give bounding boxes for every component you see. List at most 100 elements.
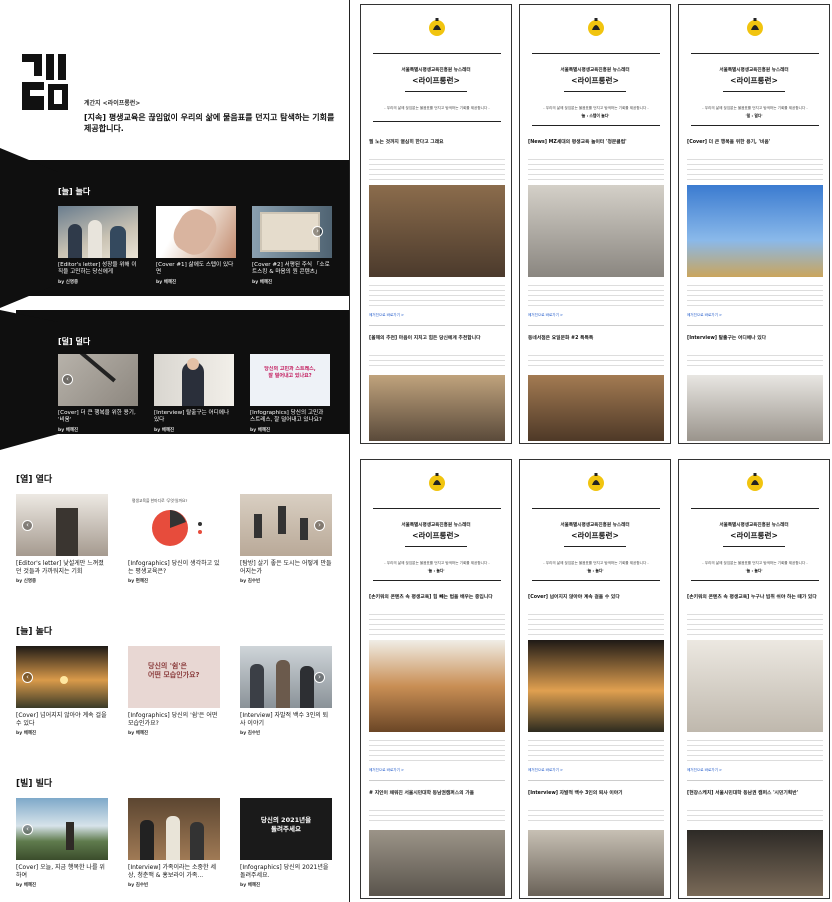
newsletter-publisher: 서울특별시평생교육진흥원 뉴스레터 xyxy=(719,68,789,73)
newsletter-panel: 서울특별시평생교육진흥원 뉴스레터 <라이프롱런> - 우리의 삶에 끊임없는 … xyxy=(678,459,830,899)
issue-label: '늘 : 놀다' xyxy=(586,568,604,573)
carousel-next-icon[interactable]: › xyxy=(312,226,323,237)
issue-label: '늘 : 놀다' xyxy=(427,568,445,573)
newsletter-panel: 서울특별시평생교육진흥원 뉴스레터 <라이프롱런> - 우리의 삶에 끊임없는 … xyxy=(360,4,512,444)
newsletter-name: <라이프롱런> xyxy=(571,76,619,85)
carousel-prev-icon[interactable]: ‹ xyxy=(22,672,33,683)
issue-label: '덜 : 덜다' xyxy=(745,113,763,118)
article-heading: [Cover] 넘어지지 않아야 계속 걸을 수 있다 xyxy=(528,595,620,600)
section-title: [늘] 놀다 xyxy=(16,627,53,637)
read-more-link[interactable]: 메거진으로 바로가기 > xyxy=(369,313,404,318)
magazine-tagline: [지속] 평생교육은 끊임없이 우리의 삶에 물음표를 던지고 탐색하는 기회를… xyxy=(84,113,335,133)
article-body xyxy=(369,614,505,636)
article-photo xyxy=(528,185,664,277)
article-heading: [News] MZ세대의 평생교육 놀이터 '청문클럽' xyxy=(528,140,627,145)
article-card[interactable]: [Editor's letter] 성장을 위해 이직을 고민하는 당신에게 b… xyxy=(58,206,138,285)
carousel-prev-icon[interactable]: ‹ xyxy=(22,824,33,835)
magazine-logo xyxy=(22,54,68,110)
article-body xyxy=(369,740,505,764)
article-photo xyxy=(369,185,505,277)
bell-logo-icon xyxy=(429,18,445,36)
section-title: [빌] 빌다 xyxy=(16,779,53,789)
bell-logo-icon xyxy=(588,18,604,36)
article-body xyxy=(528,740,664,764)
article-body xyxy=(687,614,823,636)
article-photo xyxy=(687,375,823,441)
article-photo xyxy=(687,640,823,732)
band-title: [덜] 덜다 xyxy=(58,337,91,346)
carousel-next-icon[interactable]: › xyxy=(314,520,325,531)
article-body xyxy=(687,740,823,764)
read-more-link[interactable]: 메거진으로 바로가기 > xyxy=(369,768,404,773)
band-delda: [덜] 덜다 [Cover] 더 큰 행복을 위한 용기, '비움' by 배혜… xyxy=(0,310,349,450)
article-card[interactable]: 평생교육을 한마디로 '무엇'일까요? [Infographics] 당신이 생… xyxy=(128,494,220,584)
article-photo xyxy=(687,830,823,896)
read-more-link[interactable]: 메거진으로 바로가기 > xyxy=(528,768,563,773)
bell-logo-icon xyxy=(747,473,763,491)
article-body xyxy=(528,159,664,181)
article-photo xyxy=(369,640,505,732)
issue-label: '늘 : 놀다' xyxy=(745,568,763,573)
issue-label: '늘 : 스텝이 늘다' xyxy=(580,113,610,118)
article-card[interactable]: [Interview] 탈출구는 어디에나 있다 by 배혜진 xyxy=(154,354,234,433)
newsletter-name: <라이프롱런> xyxy=(730,76,778,85)
article-body xyxy=(687,355,823,369)
article-body xyxy=(528,810,664,824)
article-photo xyxy=(528,830,664,896)
newsletter-panel: 서울특별시평생교육진흥원 뉴스레터 <라이프롱런> - 우리의 삶에 끊임없는 … xyxy=(519,459,671,899)
article-card[interactable]: 당신의 '쉼'은 어떤 모습인가요? [Infographics] 당신의 '쉼'… xyxy=(128,646,220,736)
article-body xyxy=(369,159,505,181)
newsletter-description: - 우리의 삶에 끊임없는 물음표를 던지고 탐색하는 기회를 제공합니다 - xyxy=(384,561,490,565)
article-card[interactable]: [Cover #2] 서평된 주식 「소로 트스킹 & 마음의 원 콘텐츠」 b… xyxy=(252,206,332,285)
article-card[interactable]: [Editor's letter] 낯설게만 느껴졌던 것들과 가까워지는 기회… xyxy=(16,494,108,584)
article-card[interactable]: [Cover #1] 삶에도 스텝이 있다면 by 배혜진 xyxy=(156,206,236,285)
newsletter-description: - 우리의 삶에 끊임없는 물음표를 던지고 탐색하는 기회를 제공합니다 - xyxy=(702,561,808,565)
bell-logo-icon xyxy=(588,473,604,491)
article-body xyxy=(369,355,505,369)
article-card[interactable]: [탐방] 살기 좋은 도시는 어떻게 만들어지는가 by 김수빈 › xyxy=(240,494,332,584)
newsletter-description: - 우리의 삶에 끊임없는 물음표를 던지고 탐색하는 기회를 제공합니다 - xyxy=(702,106,808,110)
read-more-link[interactable]: 메거진으로 바로가기 > xyxy=(528,313,563,318)
newsletter-publisher: 서울특별시평생교육진흥원 뉴스레터 xyxy=(401,523,471,528)
carousel-prev-icon[interactable]: ‹ xyxy=(62,374,73,385)
article-body xyxy=(369,810,505,824)
bell-logo-icon xyxy=(747,18,763,36)
newsletter-description: - 우리의 삶에 끊임없는 물음표를 던지고 탐색하는 기회를 제공합니다 - xyxy=(384,106,490,110)
article-photo xyxy=(528,375,664,441)
newsletter-panel: 서울특별시평생교육진흥원 뉴스레터 <라이프롱런> - 우리의 삶에 끊임없는 … xyxy=(360,459,512,899)
magazine-name: 계간지 <라이프롱런> xyxy=(84,100,141,107)
newsletter-name: <라이프롱런> xyxy=(412,76,460,85)
article-heading: [Interview] 자발적 백수 3인의 퇴사 이야기 xyxy=(528,791,623,796)
article-body xyxy=(528,614,664,636)
newsletter-publisher: 서울특별시평생교육진흥원 뉴스레터 xyxy=(560,523,630,528)
newsletter-panel: 서울특별시평생교육진흥원 뉴스레터 <라이프롱런> - 우리의 삶에 끊임없는 … xyxy=(678,4,830,444)
article-body xyxy=(687,810,823,824)
read-more-link[interactable]: 메거진으로 바로가기 > xyxy=(687,768,722,773)
article-heading: [현장스케치] 서울시민대학 동남권 캠퍼스 '시민기획반' xyxy=(687,791,799,796)
article-heading: 필 노는 것까지 열심히 한다고 그래요 xyxy=(369,140,444,145)
article-card[interactable]: [Cover] 더 큰 행복을 위한 용기, '비움' by 배혜진 xyxy=(58,354,138,433)
carousel-next-icon[interactable]: › xyxy=(314,672,325,683)
article-card[interactable]: [Cover] 넘어지지 않아야 계속 걸을 수 있다 by 배혜진 ‹ xyxy=(16,646,108,736)
newsletter-name: <라이프롱런> xyxy=(730,531,778,540)
article-heading: [올해의 추천] 마음이 지치고 힘든 당신에게 추천합니다 xyxy=(369,336,481,341)
article-body xyxy=(369,285,505,309)
article-card[interactable]: 당신의 고민과 스트레스, 잘 덜어내고 있나요? [Infographics] … xyxy=(250,354,330,433)
article-body xyxy=(528,355,664,369)
article-card[interactable]: [Interview] 가족이라는 소중한 세상, 청춘맥 & 홍보라이 가족.… xyxy=(128,798,220,888)
carousel-prev-icon[interactable]: ‹ xyxy=(22,520,33,531)
read-more-link[interactable]: 메거진으로 바로가기 > xyxy=(687,313,722,318)
article-card[interactable]: [Cover] 오늘, 지금 행복한 나를 위하여 by 배혜진 ‹ xyxy=(16,798,108,888)
band-neulda: [늘] 늘다 [Editor's letter] 성장을 위해 이직을 고민하는… xyxy=(0,148,349,308)
article-heading: [손키워의 콘텐츠 속 평생교육] 힘 빼는 법을 배우는 중입니다 xyxy=(369,595,493,600)
article-card[interactable]: [Interview] 자발적 백수 3인의 퇴사 이야기 by 김수빈 › xyxy=(240,646,332,736)
newsletter-description: - 우리의 삶에 끊임없는 물음표를 던지고 탐색하는 기회를 제공합니다 - xyxy=(543,106,649,110)
bell-logo-icon xyxy=(429,473,445,491)
band-title: [늘] 늘다 xyxy=(58,187,91,196)
article-body xyxy=(687,159,823,181)
newsletter-description: - 우리의 삶에 끊임없는 물음표를 던지고 탐색하는 기회를 제공합니다 - xyxy=(543,561,649,565)
newsletter-publisher: 서울특별시평생교육진흥원 뉴스레터 xyxy=(401,68,471,73)
article-body xyxy=(528,285,664,309)
article-card[interactable]: 당신의 2021년을 돌려주세요 [Infographics] 당신의 2021년… xyxy=(240,798,332,888)
article-heading: [Interview] 탈출구는 어디에나 있다 xyxy=(687,336,767,341)
